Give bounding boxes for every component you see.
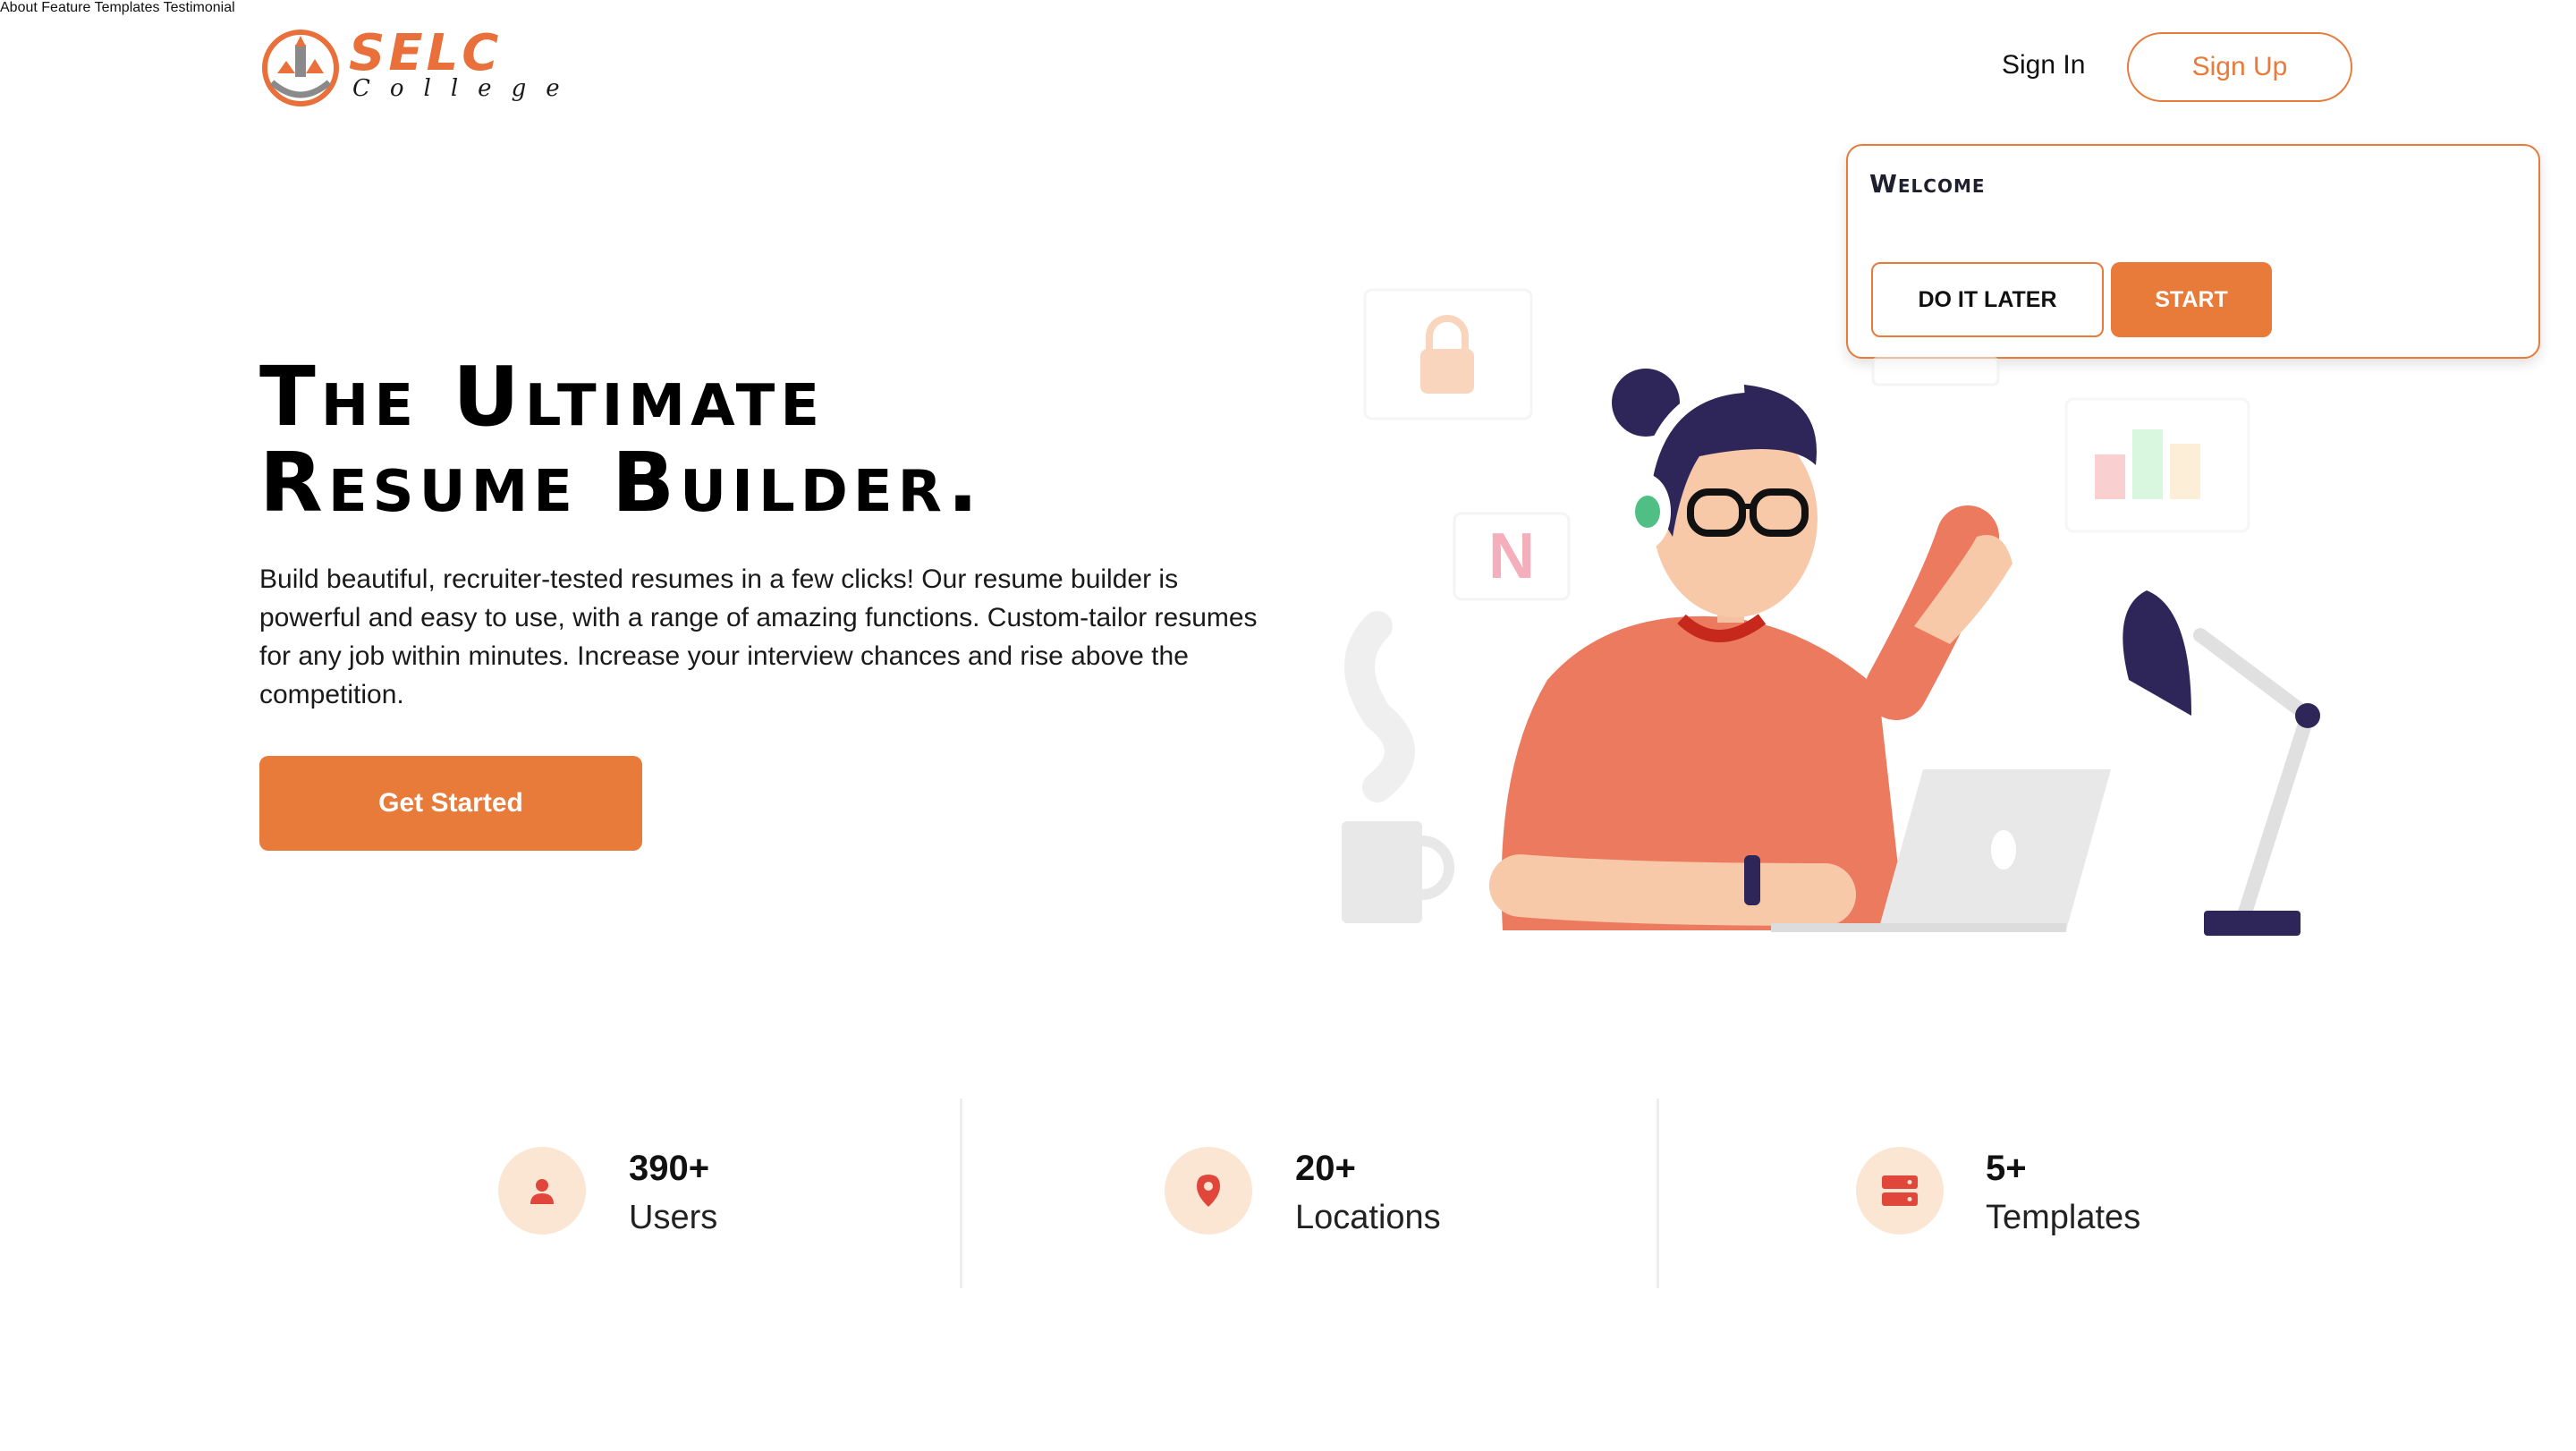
sign-up-button[interactable]: Sign Up	[2127, 32, 2352, 102]
user-icon	[498, 1147, 586, 1235]
get-started-button[interactable]: Get Started	[259, 756, 642, 851]
stat-templates-value: 5+	[1986, 1149, 2027, 1188]
brand-subtitle: College	[352, 75, 580, 102]
stat-users-value: 390+	[629, 1149, 710, 1188]
welcome-title: Welcome	[1869, 169, 1986, 199]
stat-templates-label: Templates	[1986, 1199, 2141, 1236]
stat-locations-label: Locations	[1295, 1199, 1441, 1236]
hero-description: Build beautiful, recruiter-tested resume…	[259, 564, 1258, 709]
nav-feature[interactable]: Feature	[41, 0, 90, 15]
netflix-badge-letter: N	[1488, 521, 1535, 592]
location-pin-icon	[1165, 1147, 1252, 1235]
nav-testimonial[interactable]: Testimonial	[164, 0, 235, 15]
nav-templates[interactable]: Templates	[95, 0, 160, 15]
lock-card-icon	[1363, 288, 1533, 420]
stats-divider	[1657, 1099, 1659, 1288]
stats-divider	[960, 1099, 962, 1288]
brand-logo[interactable]: SELC College	[259, 24, 560, 109]
server-icon	[1856, 1147, 1944, 1235]
netflix-card-icon: N	[1453, 512, 1571, 601]
desk-lamp-icon	[2123, 590, 2320, 936]
brand-name: SELC	[349, 24, 503, 82]
stat-users-label: Users	[629, 1199, 718, 1236]
hero-title: The Ultimate Resume Builder.	[259, 354, 1288, 526]
coffee-mug-icon	[1342, 611, 1454, 923]
hero-illustration: N	[1342, 288, 2320, 936]
site-header: SELC College About Feature Templates Tes…	[0, 0, 2576, 134]
nav-about[interactable]: About	[0, 0, 38, 15]
hero-title-line-2: Resume Builder.	[259, 435, 984, 530]
hero-title-line-1: The Ultimate	[259, 349, 826, 445]
stat-locations-value: 20+	[1295, 1149, 1356, 1188]
main-nav: About Feature Templates Testimonial	[0, 0, 2576, 16]
bar-chart-card-icon	[2064, 397, 2250, 533]
stats-section: 390+ Users 20+ Locations 5+ Templates	[0, 1099, 2576, 1295]
logo-emblem-icon	[262, 30, 339, 106]
sign-in-link[interactable]: Sign In	[2002, 50, 2085, 81]
